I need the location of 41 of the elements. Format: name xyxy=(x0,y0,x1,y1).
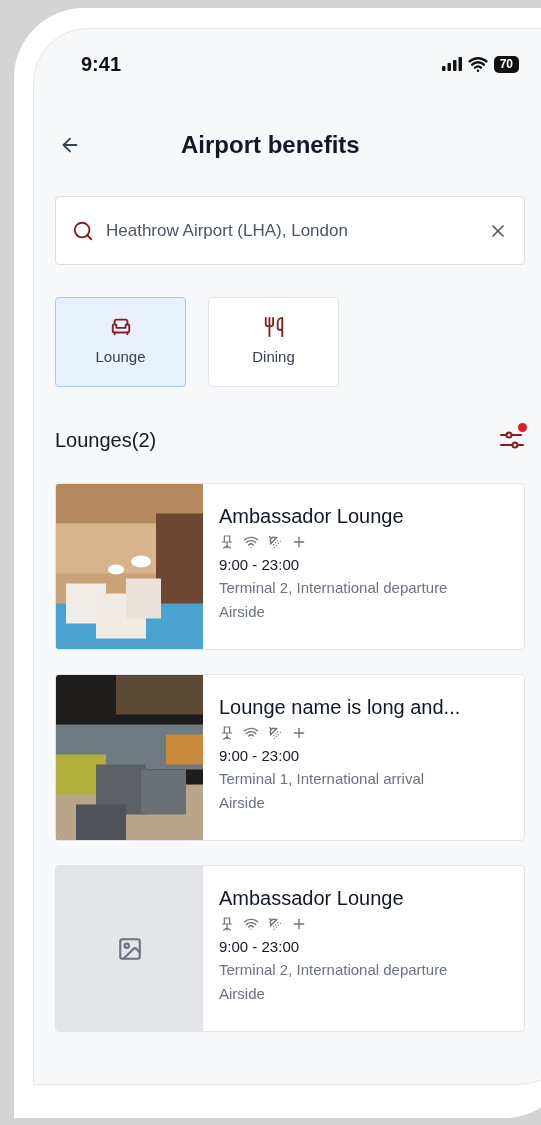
office-chair-icon xyxy=(219,725,235,741)
lounge-name: Ambassador Lounge xyxy=(219,886,405,910)
shower-icon xyxy=(267,534,283,550)
status-time: 9:41 xyxy=(81,52,122,77)
shower-icon xyxy=(267,916,283,932)
category-tab[interactable]: Lounge xyxy=(55,297,186,387)
lounge-location: Terminal 1, International arrival xyxy=(219,769,426,789)
utensils-icon xyxy=(262,315,285,338)
wifi-icon xyxy=(243,725,259,741)
lounge-name: Lounge name is long and... xyxy=(219,695,461,719)
category-tab[interactable]: Dining xyxy=(208,297,339,387)
lounge-location: Terminal 2, International departure xyxy=(219,960,448,980)
opening-hours: 9:00 - 23:00 xyxy=(219,555,301,575)
search-field[interactable]: Heathrow Airport (LHA), London xyxy=(55,196,525,265)
plus-icon xyxy=(291,916,307,932)
lounge-card[interactable]: Ambassador Lounge 9:00 - 23:00 Terminal 2, International departure Airside xyxy=(55,865,525,1032)
plus-icon xyxy=(291,725,307,741)
lounge-area: Airside xyxy=(219,791,461,815)
wifi-icon xyxy=(243,916,259,932)
search-icon xyxy=(72,219,94,242)
lounge-location: Terminal 2, International departure xyxy=(219,578,448,598)
opening-hours: 9:00 - 23:00 xyxy=(219,937,301,957)
search-value: Heathrow Airport (LHA), London xyxy=(106,219,349,242)
plus-icon xyxy=(291,534,307,550)
opening-hours: 9:00 - 23:00 xyxy=(219,746,301,766)
office-chair-icon xyxy=(219,916,235,932)
lounge-area: Airside xyxy=(219,600,448,624)
filter-icon[interactable] xyxy=(499,429,525,451)
office-chair-icon xyxy=(219,534,235,550)
lounge-card[interactable]: Lounge name is long and... 9:00 - 23:00 Terminal 1, International arrival Airside xyxy=(55,674,525,841)
lounge-name: Ambassador Lounge xyxy=(219,504,405,528)
section-title: Lounges(2) xyxy=(55,428,157,453)
battery-indicator: 70 xyxy=(493,55,519,73)
wifi-icon xyxy=(243,534,259,550)
shower-icon xyxy=(267,725,283,741)
lounge-card[interactable]: Ambassador Lounge 9:00 - 23:00 Terminal 2, International departure Airside xyxy=(55,483,525,650)
wifi-icon xyxy=(467,54,488,74)
image-icon xyxy=(116,935,143,962)
lounge-area: Airside xyxy=(219,982,448,1006)
signal-icon xyxy=(441,57,462,71)
page-title: Airport benefits xyxy=(181,130,360,160)
